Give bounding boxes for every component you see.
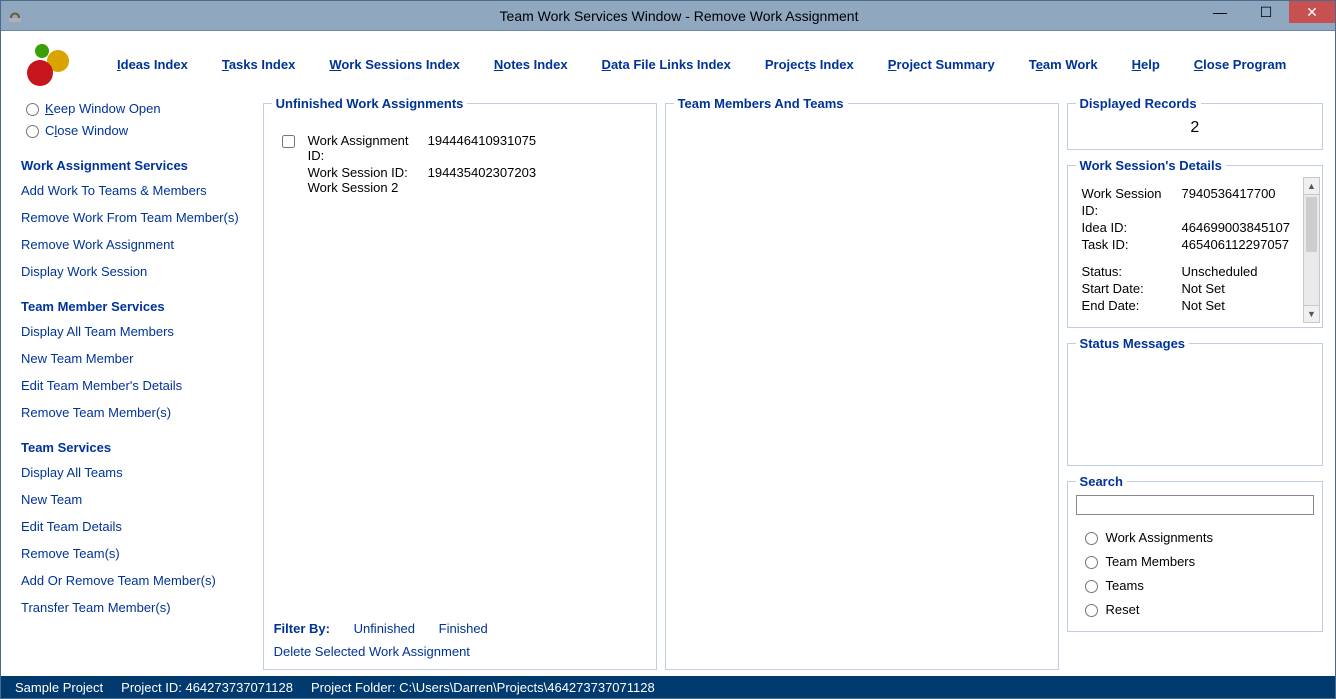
content-area: Ideas Index Tasks Index Work Sessions Inde… xyxy=(1,31,1335,676)
menu-item-9[interactable]: Close Program xyxy=(1194,57,1286,72)
status-pid: Project ID: 464273737071128 xyxy=(121,680,293,695)
minimize-button[interactable]: — xyxy=(1197,1,1243,23)
section-head-2: Team Services xyxy=(21,440,255,455)
window-controls: — ☐ ✕ xyxy=(1197,1,1335,23)
delete-assignment-link[interactable]: Delete Selected Work Assignment xyxy=(272,640,648,663)
menu-items: Ideas Index Tasks Index Work Sessions Inde… xyxy=(117,57,1286,72)
filter-label: Filter By: xyxy=(274,621,330,636)
details-scrollbar[interactable]: ▲ ▼ xyxy=(1303,177,1320,323)
teams-column: Team Members And Teams xyxy=(665,96,1059,670)
displayed-count: 2 xyxy=(1076,117,1314,143)
close-window-radio[interactable]: Close Window xyxy=(21,122,255,138)
menu-item-1[interactable]: Tasks Index xyxy=(222,57,295,72)
main-area: Keep Window Open Close Window Work Assig… xyxy=(7,92,1329,676)
wsid-value: 194435402307203 xyxy=(428,165,536,180)
status-project: Sample Project xyxy=(15,680,103,695)
menu-item-4[interactable]: Data File Links Index xyxy=(602,57,731,72)
filter-finished[interactable]: Finished xyxy=(439,621,488,636)
maximize-button[interactable]: ☐ xyxy=(1243,1,1289,23)
assignment-row[interactable]: Work Assignment ID: 194446410931075 Work… xyxy=(278,133,642,195)
ws-name: Work Session 2 xyxy=(308,180,536,195)
sidebar-link[interactable]: Display All Teams xyxy=(21,465,255,480)
work-session-details-box: Work Session's Details Work Session ID:7… xyxy=(1067,158,1323,328)
teams-legend: Team Members And Teams xyxy=(674,96,848,111)
displayed-legend: Displayed Records xyxy=(1076,96,1201,111)
sidebar-link[interactable]: Remove Work From Team Member(s) xyxy=(21,210,255,225)
sidebar-link[interactable]: Add Work To Teams & Members xyxy=(21,183,255,198)
details-legend: Work Session's Details xyxy=(1076,158,1226,173)
search-option-0[interactable]: Work Assignments xyxy=(1080,529,1314,545)
assignments-legend: Unfinished Work Assignments xyxy=(272,96,468,111)
close-button[interactable]: ✕ xyxy=(1289,1,1335,23)
app-window: Team Work Services Window - Remove Work … xyxy=(0,0,1336,699)
sidebar-link[interactable]: Edit Team Member's Details xyxy=(21,378,255,393)
scroll-thumb[interactable] xyxy=(1306,197,1317,252)
search-option-1[interactable]: Team Members xyxy=(1080,553,1314,569)
sidebar-link[interactable]: Remove Team Member(s) xyxy=(21,405,255,420)
assignments-column: Unfinished Work Assignments Work Assignm… xyxy=(263,96,657,670)
filter-unfinished[interactable]: Unfinished xyxy=(354,621,415,636)
statusbar: Sample Project Project ID: 4642737370711… xyxy=(1,676,1335,698)
sidebar-link[interactable]: New Team xyxy=(21,492,255,507)
section-head-1: Team Member Services xyxy=(21,299,255,314)
assignment-checkbox[interactable] xyxy=(282,135,295,148)
displayed-records-box: Displayed Records 2 xyxy=(1067,96,1323,150)
sidebar-link[interactable]: Add Or Remove Team Member(s) xyxy=(21,573,255,588)
keep-window-open-radio[interactable]: Keep Window Open xyxy=(21,100,255,116)
sidebar-link[interactable]: New Team Member xyxy=(21,351,255,366)
section-head-0: Work Assignment Services xyxy=(21,158,255,173)
status-legend: Status Messages xyxy=(1076,336,1190,351)
menu-item-5[interactable]: Projects Index xyxy=(765,57,854,72)
right-column: Displayed Records 2 Work Session's Detai… xyxy=(1067,96,1323,670)
app-icon xyxy=(7,8,23,24)
sidebar-link[interactable]: Transfer Team Member(s) xyxy=(21,600,255,615)
filter-row: Filter By: Unfinished Finished xyxy=(272,617,648,640)
sidebar-link[interactable]: Display Work Session xyxy=(21,264,255,279)
sidebar-link[interactable]: Edit Team Details xyxy=(21,519,255,534)
menu-item-8[interactable]: Help xyxy=(1132,57,1160,72)
scroll-down-icon[interactable]: ▼ xyxy=(1304,305,1319,322)
menu-item-7[interactable]: Team Work xyxy=(1029,57,1098,72)
search-option-3[interactable]: Reset xyxy=(1080,601,1314,617)
menubar: Ideas Index Tasks Index Work Sessions Inde… xyxy=(7,37,1329,92)
sidebar-link[interactable]: Remove Team(s) xyxy=(21,546,255,561)
logo xyxy=(17,40,77,90)
waid-value: 194446410931075 xyxy=(428,133,536,163)
titlebar: Team Work Services Window - Remove Work … xyxy=(1,1,1335,31)
assignment-list: Work Assignment ID: 194446410931075 Work… xyxy=(272,117,648,617)
menu-item-3[interactable]: Notes Index xyxy=(494,57,568,72)
search-input[interactable] xyxy=(1076,495,1314,515)
unfinished-assignments-box: Unfinished Work Assignments Work Assignm… xyxy=(263,96,657,670)
teams-box: Team Members And Teams xyxy=(665,96,1059,670)
left-sidebar: Keep Window Open Close Window Work Assig… xyxy=(13,96,255,670)
wsid-label: Work Session ID: xyxy=(308,165,428,180)
scroll-up-icon[interactable]: ▲ xyxy=(1304,178,1319,195)
menu-item-0[interactable]: Ideas Index xyxy=(117,57,188,72)
window-title: Team Work Services Window - Remove Work … xyxy=(23,8,1335,24)
menu-item-2[interactable]: Work Sessions Index xyxy=(329,57,460,72)
sidebar-link[interactable]: Remove Work Assignment xyxy=(21,237,255,252)
status-messages-box: Status Messages xyxy=(1067,336,1323,466)
waid-label: Work Assignment ID: xyxy=(308,133,428,163)
sidebar-link[interactable]: Display All Team Members xyxy=(21,324,255,339)
details-content: Work Session ID:7940536417700 Idea ID:46… xyxy=(1076,179,1314,328)
menu-item-6[interactable]: Project Summary xyxy=(888,57,995,72)
search-option-2[interactable]: Teams xyxy=(1080,577,1314,593)
status-pfolder: Project Folder: C:\Users\Darren\Projects… xyxy=(311,680,655,695)
search-box: Search Work Assignments Team Members Teams… xyxy=(1067,474,1323,632)
search-legend: Search xyxy=(1076,474,1127,489)
